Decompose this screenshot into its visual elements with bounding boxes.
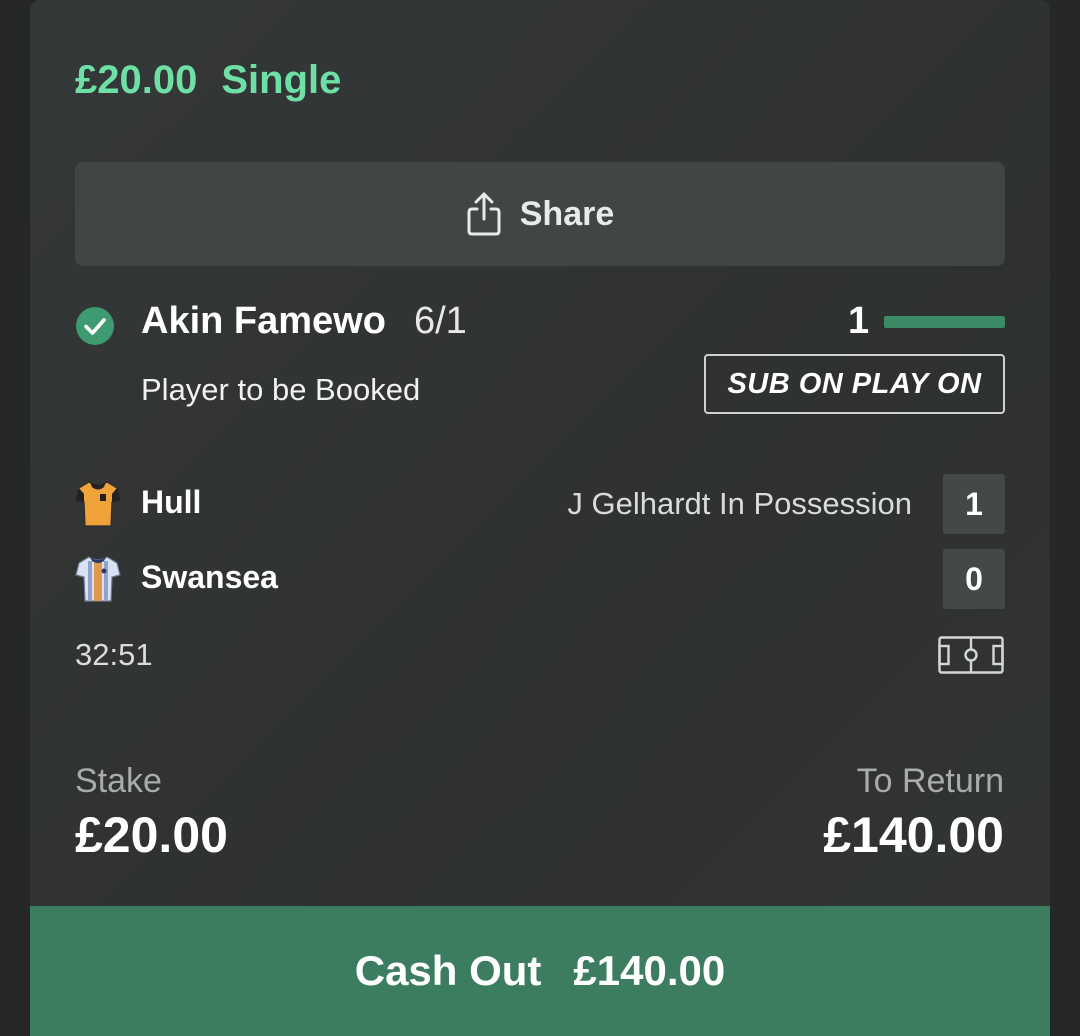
stake-label: Stake: [75, 762, 162, 800]
progress-count: 1: [848, 300, 870, 342]
hull-shirt-icon: [75, 481, 121, 527]
to-return-label: To Return: [856, 762, 1004, 800]
to-return-value: £140.00: [823, 807, 1004, 863]
stake-value: £20.00: [75, 807, 228, 863]
pitch-icon[interactable]: [938, 636, 1004, 674]
selection-name: Akin Famewo: [141, 300, 386, 342]
bet-stake-amount: £20.00: [75, 58, 198, 102]
match-clock: 32:51: [75, 637, 153, 672]
bet-card: £20.00 Single Share Akin Famewo 6/1 Player…: [30, 0, 1050, 1036]
share-button[interactable]: Share: [75, 162, 1005, 266]
selection-line: Akin Famewo 6/1: [141, 300, 467, 343]
away-team-name: Swansea: [141, 559, 278, 595]
progress-bar-fill: [884, 316, 1005, 328]
home-team-row: Hull J Gelhardt In Possession 1: [75, 474, 1005, 534]
swansea-shirt-icon: [75, 556, 121, 602]
cash-out-button[interactable]: Cash Out £140.00: [30, 906, 1050, 1036]
possession-status: J Gelhardt In Possession: [567, 486, 912, 521]
cash-out-amount: £140.00: [573, 947, 726, 994]
away-team-row: Swansea 0: [75, 549, 1005, 609]
sub-on-play-on-badge: SUB ON PLAY ON: [704, 354, 1005, 414]
cash-out-label: Cash Out: [354, 947, 542, 994]
share-icon: [467, 192, 501, 236]
progress-bar: [884, 316, 1005, 328]
home-score: 1: [943, 474, 1005, 534]
away-score: 0: [943, 549, 1005, 609]
share-label: Share: [519, 194, 615, 233]
bet-header: £20.00 Single: [75, 58, 341, 103]
market-name: Player to be Booked: [141, 372, 421, 407]
selection-odds: 6/1: [413, 300, 467, 342]
bet-type: Single: [221, 58, 342, 102]
check-circle-icon: [76, 307, 114, 345]
home-team-name: Hull: [141, 484, 202, 520]
